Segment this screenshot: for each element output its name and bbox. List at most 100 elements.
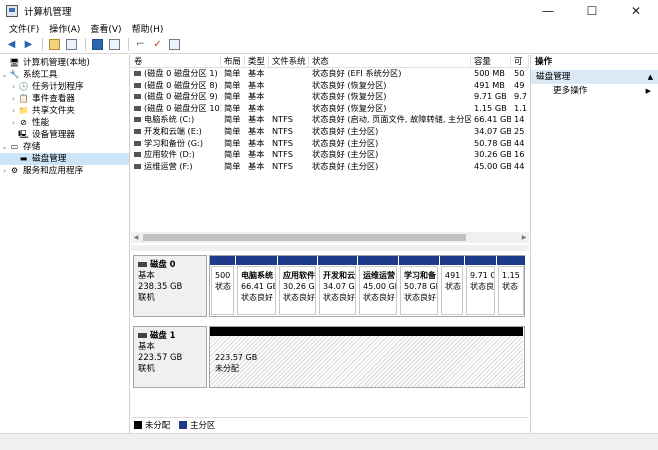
disk-label[interactable]: 磁盘 1 基本 223.57 GB 联机 [133, 326, 207, 388]
tree-item-performance[interactable]: › ⊘ 性能 [0, 117, 129, 129]
volume-icon [134, 152, 141, 158]
partition[interactable]: 1.15 (状态 [497, 256, 526, 316]
more-actions-item[interactable]: 更多操作 ▶ [531, 84, 658, 98]
disk-row-1[interactable]: 磁盘 1 基本 223.57 GB 联机 223.57 GB 未分配 [133, 326, 525, 388]
collapse-up-icon[interactable]: ▲ [648, 70, 653, 84]
disk-row-0[interactable]: 磁盘 0 基本 238.35 GB 联机 500 状态 电脑系统 66.41 GE 状态… [133, 255, 526, 317]
partition-status: 未分配 [215, 364, 239, 373]
table-row[interactable]: (磁盘 0 磁盘分区 9) 简单 基本 状态良好 (恢复分区) 9.71 GB 9.7 [131, 91, 529, 103]
partition[interactable]: 500 状态 [210, 256, 236, 316]
table-cell: 基本 [248, 137, 265, 148]
partition-size: 491 [445, 271, 461, 280]
column-layout[interactable]: 布局 [221, 55, 245, 67]
table-row[interactable]: 开发和云端 (E:) 简单 基本 NTFS 状态良好 (主分区) 34.07 GB 25 [131, 126, 529, 138]
volume-icon [134, 82, 141, 88]
scroll-left-icon[interactable]: ◀ [131, 232, 141, 243]
back-arrow-icon[interactable]: ◀ [4, 37, 19, 52]
checklist-icon[interactable]: ✓ [150, 37, 165, 52]
table-row[interactable]: (磁盘 0 磁盘分区 8) 简单 基本 状态良好 (恢复分区) 491 MB 49 [131, 80, 529, 92]
partition-status: 状态良好 [283, 293, 315, 302]
table-cell: (磁盘 0 磁盘分区 10) [131, 103, 221, 115]
table-cell: 50 [514, 68, 525, 78]
table-cell: 66.41 GB [474, 114, 511, 125]
column-free[interactable]: 可 [511, 55, 529, 67]
table-row[interactable]: 电脑系统 (C:) 简单 基本 NTFS 状态良好 (启动, 页面文件, 故障转储, 主… [131, 114, 529, 126]
view-icon[interactable] [167, 37, 182, 52]
scroll-right-icon[interactable]: ▶ [519, 232, 529, 243]
collapse-arrow-icon[interactable]: ⌄ [0, 141, 9, 153]
table-cell: 开发和云端 (E:) [131, 126, 221, 138]
partition-body: 电脑系统 66.41 GE 状态良好 [237, 266, 276, 315]
forward-arrow-icon[interactable]: ▶ [21, 37, 36, 52]
partition[interactable]: 电脑系统 66.41 GE 状态良好 [236, 256, 278, 316]
submenu-arrow-icon: ▶ [645, 87, 651, 95]
tree-item-root[interactable]: 🖥 计算机管理(本地) [0, 57, 129, 69]
minimize-button[interactable]: — [526, 0, 570, 21]
close-button[interactable]: ✕ [614, 0, 658, 21]
shared-folder-icon: 📁 [18, 106, 29, 115]
expand-arrow-icon[interactable]: › [9, 105, 18, 117]
expand-arrow-icon[interactable]: › [9, 81, 18, 93]
expand-arrow-icon[interactable]: › [9, 117, 18, 129]
partition[interactable]: 应用软件 30.26 G 状态良好 [278, 256, 318, 316]
table-cell: 30.26 GB [474, 149, 511, 160]
disk-label[interactable]: 磁盘 0 基本 238.35 GB 联机 [133, 255, 207, 317]
up-folder-icon[interactable] [47, 37, 62, 52]
help-icon[interactable] [90, 37, 105, 52]
partition-color-bar [210, 256, 235, 265]
expand-arrow-icon[interactable]: › [0, 165, 9, 177]
table-cell: 简单 [224, 125, 241, 136]
show-hide-tree-icon[interactable] [64, 37, 79, 52]
tree-item-shared-folders[interactable]: › 📁 共享文件夹 [0, 105, 129, 117]
column-volume[interactable]: 卷 [131, 55, 221, 67]
disk-icon [138, 262, 147, 267]
partition-unallocated[interactable]: 223.57 GB 未分配 [210, 327, 524, 387]
column-type[interactable]: 类型 [245, 55, 269, 67]
menu-help[interactable]: 帮助(H) [127, 22, 169, 35]
tree-item-services-apps[interactable]: › ⚙ 服务和应用程序 [0, 165, 129, 177]
tree-item-device-manager[interactable]: 🖳 设备管理器 [0, 129, 129, 141]
table-cell: 状态良好 (恢复分区) [312, 79, 387, 90]
partition-color-bar [318, 256, 357, 265]
partition-status: 状态良好 [404, 293, 436, 302]
tree-item-storage[interactable]: ⌄ ▭ 存储 [0, 141, 129, 153]
partition[interactable]: 开发和云 34.07 G 状态良好 [318, 256, 358, 316]
tree-item-system-tools[interactable]: ⌄ 🔧 系统工具 [0, 69, 129, 81]
tree-item-disk-management[interactable]: ▬ 磁盘管理 [0, 153, 129, 165]
tree-item-task-scheduler[interactable]: › 🕒 任务计划程序 [0, 81, 129, 93]
connect-disk-icon[interactable]: ⌐ [133, 37, 148, 52]
table-row[interactable]: 应用软件 (D:) 简单 基本 NTFS 状态良好 (主分区) 30.26 GB 16 [131, 149, 529, 161]
column-capacity[interactable]: 容量 [471, 55, 511, 67]
tree-item-event-viewer[interactable]: › 📋 事件查看器 [0, 93, 129, 105]
table-cell: (磁盘 0 磁盘分区 8) [131, 80, 221, 92]
expand-arrow-icon[interactable]: › [9, 93, 18, 105]
partition[interactable]: 9.71 G 状态良 [465, 256, 497, 316]
table-row[interactable]: 运维运营 (F:) 简单 基本 NTFS 状态良好 (主分区) 45.00 GB 44 [131, 161, 529, 173]
table-cell [269, 103, 309, 115]
menu-action[interactable]: 操作(A) [44, 22, 85, 35]
table-cell: 500 MB [474, 68, 505, 78]
scrollbar-thumb[interactable] [143, 234, 466, 241]
partition[interactable]: 学习和备 50.78 GE 状态良好 [399, 256, 440, 316]
actions-section-disk-management[interactable]: 磁盘管理 ▲ [531, 70, 658, 84]
maximize-button[interactable]: ☐ [570, 0, 614, 21]
table-row[interactable]: (磁盘 0 磁盘分区 1) 简单 基本 状态良好 (EFI 系统分区) 500 MB 50 [131, 68, 529, 80]
table-row[interactable]: 学习和备份 (G:) 简单 基本 NTFS 状态良好 (主分区) 50.78 GB 44 [131, 138, 529, 150]
menu-view[interactable]: 查看(V) [85, 22, 126, 35]
tools-icon: 🔧 [9, 70, 20, 79]
partition-color-bar [399, 256, 439, 265]
column-status[interactable]: 状态 [309, 55, 471, 67]
partition[interactable]: 运维运营 45.00 GE 状态良好 [358, 256, 399, 316]
performance-icon: ⊘ [20, 118, 27, 127]
partition[interactable]: 491 状态 [440, 256, 465, 316]
table-row[interactable]: (磁盘 0 磁盘分区 10) 简单 基本 状态良好 (恢复分区) 1.15 GB 1.1 [131, 103, 529, 115]
column-filesystem[interactable]: 文件系统 [269, 55, 309, 67]
partition-status: 状态良好 [363, 293, 395, 302]
partition-size: 1.15 ( [502, 271, 523, 280]
menu-file[interactable]: 文件(F) [4, 22, 44, 35]
table-cell: 50.78 GB [474, 137, 511, 148]
table-cell: 状态良好 (主分区) [312, 125, 379, 136]
properties-icon[interactable] [107, 37, 122, 52]
collapse-arrow-icon[interactable]: ⌄ [0, 69, 9, 81]
horizontal-scrollbar[interactable]: ◀ ▶ [131, 232, 529, 243]
